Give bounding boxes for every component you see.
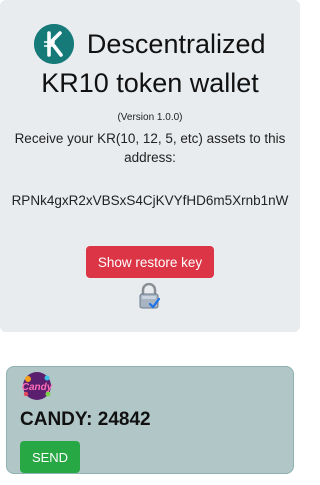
page-title-line1: Descentralized bbox=[86, 29, 266, 59]
wallet-card: Descentralized KR10 token wallet (Versio… bbox=[0, 0, 300, 332]
wallet-address[interactable]: RPNk4gxR2xVBSxS4CjKVYfHD6m5Xrnb1nW bbox=[10, 191, 290, 211]
lock-icon[interactable] bbox=[137, 282, 161, 309]
version-text: (Version 1.0.0) bbox=[117, 112, 183, 123]
receive-instructions: Receive your KR(10, 12, 5, etc) assets t… bbox=[14, 131, 286, 165]
token-balance: CANDY: 24842 bbox=[20, 409, 151, 430]
page-title-line2: KR10 token wallet bbox=[41, 68, 259, 98]
title-row: Descentralized bbox=[0, 24, 300, 64]
send-button[interactable]: SEND bbox=[20, 441, 80, 473]
token-card: Candy CANDY: 24842 SEND bbox=[6, 366, 294, 474]
show-restore-key-button[interactable]: Show restore key bbox=[86, 246, 214, 278]
komodo-logo-icon bbox=[34, 24, 75, 64]
candy-logo-icon: Candy bbox=[20, 371, 54, 401]
candy-logo-text: Candy bbox=[22, 382, 53, 393]
